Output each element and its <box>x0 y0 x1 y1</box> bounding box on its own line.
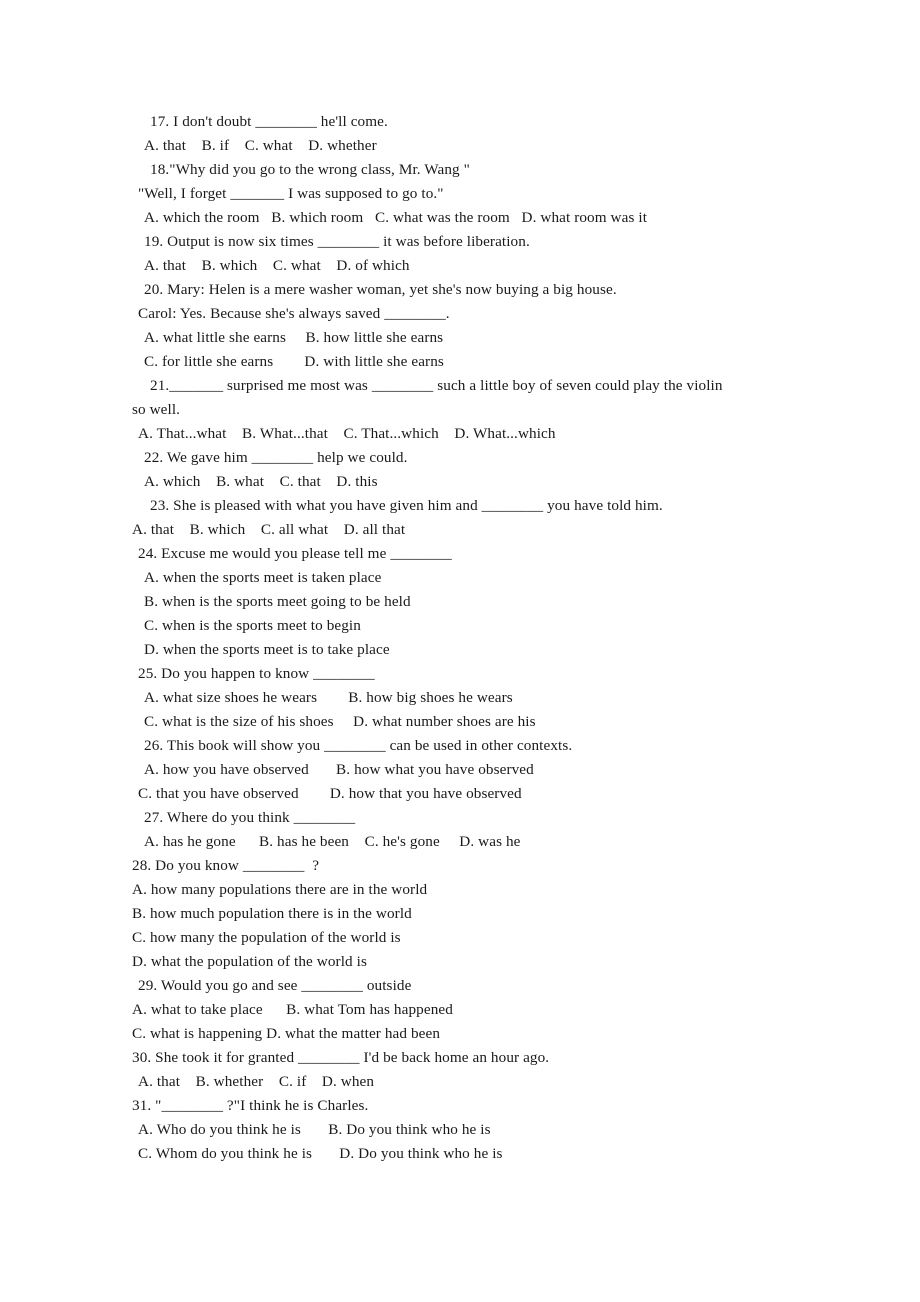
worksheet-line-q26-optsAB: A. how you have observed B. how what you… <box>144 761 534 778</box>
worksheet-line-q31-optsCD: C. Whom do you think he is D. Do you thi… <box>138 1145 503 1162</box>
worksheet-line-q28-stem: 28. Do you know ________ ? <box>132 857 320 874</box>
worksheet-line-q26-stem: 26. This book will show you ________ can… <box>144 737 573 754</box>
worksheet-line-q20-optsCD: C. for little she earns D. with little s… <box>144 353 444 370</box>
worksheet-line-q24-stem: 24. Excuse me would you please tell me _… <box>138 545 452 562</box>
worksheet-line-q28-optB: B. how much population there is in the w… <box>132 905 412 922</box>
worksheet-line-q27-stem: 27. Where do you think ________ <box>144 809 356 826</box>
worksheet-line-q29-optsCD: C. what is happening D. what the matter … <box>132 1025 441 1042</box>
worksheet-line-q22-opts: A. which B. what C. that D. this <box>144 473 378 490</box>
worksheet-line-q17-stem: 17. I don't doubt ________ he'll come. <box>150 113 388 130</box>
worksheet-line-q19-opts: A. that B. which C. what D. of which <box>144 257 410 274</box>
worksheet-line-q29-optsAB: A. what to take place B. what Tom has ha… <box>132 1001 453 1018</box>
document-page: 17. I don't doubt ________ he'll come. A.… <box>0 0 920 1302</box>
worksheet-text-block: 17. I don't doubt ________ he'll come. A.… <box>132 110 832 1166</box>
worksheet-line-q31-stem: 31. "________ ?"I think he is Charles. <box>132 1097 369 1114</box>
worksheet-line-q23-stem: 23. She is pleased with what you have gi… <box>150 497 663 514</box>
worksheet-line-q24-optA: A. when the sports meet is taken place <box>144 569 382 586</box>
worksheet-line-q25-stem: 25. Do you happen to know ________ <box>138 665 375 682</box>
worksheet-line-q18-stem: 18."Why did you go to the wrong class, M… <box>150 161 470 178</box>
worksheet-line-q26-optsCD: C. that you have observed D. how that yo… <box>138 785 522 802</box>
worksheet-line-q21-opts: A. That...what B. What...that C. That...… <box>138 425 556 442</box>
worksheet-line-q20-stem: 20. Mary: Helen is a mere washer woman, … <box>144 281 617 298</box>
worksheet-line-q25-optsCD: C. what is the size of his shoes D. what… <box>144 713 536 730</box>
worksheet-line-q22-stem: 22. We gave him ________ help we could. <box>144 449 408 466</box>
worksheet-line-q21-stem2: so well. <box>132 401 181 418</box>
worksheet-line-q31-optsAB: A. Who do you think he is B. Do you thin… <box>138 1121 491 1138</box>
worksheet-line-q18-opts: A. which the room B. which room C. what … <box>144 209 648 226</box>
worksheet-line-q23-opts: A. that B. which C. all what D. all that <box>132 521 406 538</box>
worksheet-line-q17-opts: A. that B. if C. what D. whether <box>144 137 377 154</box>
worksheet-line-q27-opts: A. has he gone B. has he been C. he's go… <box>144 833 521 850</box>
worksheet-line-q24-optD: D. when the sports meet is to take place <box>144 641 390 658</box>
worksheet-line-q18-stem2: "Well, I forget _______ I was supposed t… <box>138 185 444 202</box>
worksheet-line-q29-stem: 29. Would you go and see ________ outsid… <box>138 977 412 994</box>
worksheet-line-q20-stem2: Carol: Yes. Because she's always saved _… <box>138 305 450 322</box>
worksheet-line-q19-stem: 19. Output is now six times ________ it … <box>144 233 530 250</box>
worksheet-line-q30-stem: 30. She took it for granted ________ I'd… <box>132 1049 550 1066</box>
worksheet-line-q24-optB: B. when is the sports meet going to be h… <box>144 593 411 610</box>
worksheet-line-q28-optA: A. how many populations there are in the… <box>132 881 428 898</box>
worksheet-line-q30-opts: A. that B. whether C. if D. when <box>138 1073 375 1090</box>
worksheet-line-q24-optC: C. when is the sports meet to begin <box>144 617 361 634</box>
worksheet-line-q21-stem: 21._______ surprised me most was _______… <box>150 377 723 394</box>
worksheet-line-q20-optsAB: A. what little she earns B. how little s… <box>144 329 444 346</box>
worksheet-line-q28-optC: C. how many the population of the world … <box>132 929 401 946</box>
worksheet-line-q28-optD: D. what the population of the world is <box>132 953 367 970</box>
worksheet-line-q25-optsAB: A. what size shoes he wears B. how big s… <box>144 689 513 706</box>
